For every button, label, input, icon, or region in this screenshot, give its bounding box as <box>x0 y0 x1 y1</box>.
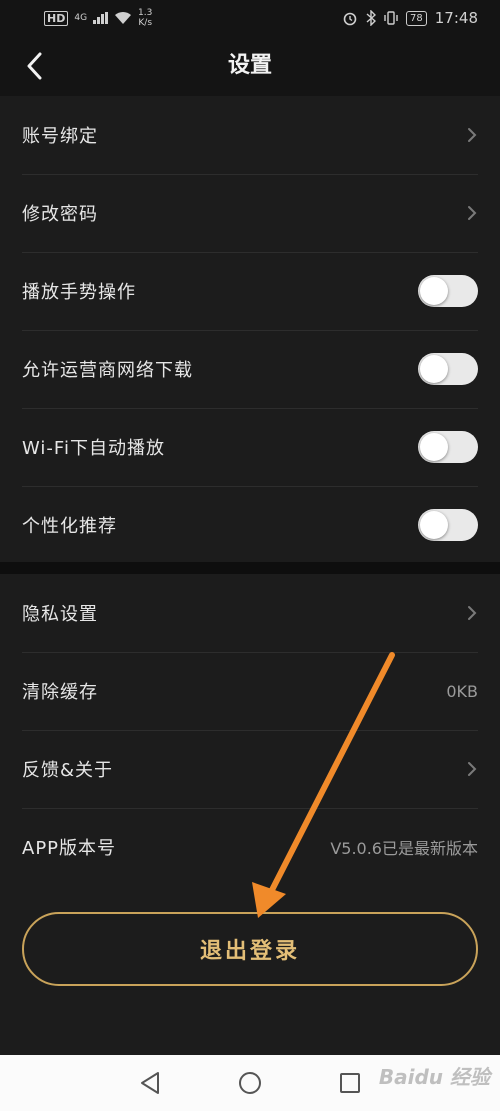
logout-button[interactable]: 退出登录 <box>22 912 478 986</box>
toggle-knob <box>420 355 448 383</box>
row-right <box>466 126 478 144</box>
chevron-right-icon <box>468 762 477 776</box>
row-right: V5.0.6已是最新版本 <box>330 835 478 859</box>
row-right: 0KB <box>446 682 478 701</box>
network-type: 4G <box>74 13 88 23</box>
chevron-right-icon <box>468 128 477 142</box>
settings-row[interactable]: 账号绑定 <box>0 96 500 174</box>
row-right <box>418 509 478 541</box>
row-label: 账号绑定 <box>22 126 98 147</box>
row-label: 修改密码 <box>22 204 98 225</box>
row-right <box>466 760 478 778</box>
clock: 17:48 <box>434 9 478 27</box>
toggle-row: 个性化推荐 <box>0 486 500 564</box>
settings-row[interactable]: 清除缓存 0KB <box>0 652 500 730</box>
nav-back-button[interactable] <box>135 1068 165 1098</box>
signal-icon <box>93 12 109 24</box>
chevron-right-icon <box>468 606 477 620</box>
settings-row[interactable]: 反馈&关于 <box>0 730 500 808</box>
wifi-icon <box>115 11 132 24</box>
watermark: Baidu 经验 <box>378 1065 490 1089</box>
back-button[interactable] <box>18 50 50 82</box>
chevron-left-icon <box>27 52 42 80</box>
speed-value: 1.3 <box>138 8 153 18</box>
toggle-row: 播放手势操作 <box>0 252 500 330</box>
row-label: Wi-Fi下自动播放 <box>22 438 165 459</box>
row-right <box>466 204 478 222</box>
toggle-knob <box>420 277 448 305</box>
header: 设置 <box>0 36 500 96</box>
toggle-switch[interactable] <box>418 509 478 541</box>
settings-row[interactable]: 隐私设置 <box>0 574 500 652</box>
nav-recents-button[interactable] <box>335 1068 365 1098</box>
status-bar: HD 4G 1.3 K/s 78 17:48 <box>0 0 500 36</box>
alarm-icon <box>343 12 357 26</box>
status-left: HD 4G 1.3 K/s <box>44 8 152 28</box>
row-value: V5.0.6已是最新版本 <box>330 839 478 858</box>
nav-home-button[interactable] <box>235 1068 265 1098</box>
row-label: APP版本号 <box>22 838 117 859</box>
circle-home-icon <box>239 1072 261 1094</box>
row-label: 反馈&关于 <box>22 760 114 781</box>
row-right <box>418 353 478 385</box>
settings-row[interactable]: APP版本号 V5.0.6已是最新版本 <box>0 808 500 886</box>
toggle-knob <box>420 511 448 539</box>
row-right <box>466 604 478 622</box>
row-label: 隐私设置 <box>22 604 98 625</box>
vibrate-icon <box>384 11 398 25</box>
settings-group-primary: 账号绑定修改密码播放手势操作允许运营商网络下载 Wi-Fi下自动播放 个性化推荐 <box>0 96 500 562</box>
triangle-back-icon <box>141 1072 159 1094</box>
toggle-switch[interactable] <box>418 275 478 307</box>
toggle-switch[interactable] <box>418 353 478 385</box>
page-title: 设置 <box>227 53 272 78</box>
network-speed: 1.3 K/s <box>138 8 152 28</box>
row-label: 清除缓存 <box>22 682 98 703</box>
row-right <box>418 431 478 463</box>
battery-icon: 78 <box>406 10 427 26</box>
hd-badge: HD <box>44 10 69 26</box>
speed-unit: K/s <box>138 18 153 28</box>
row-right <box>418 275 478 307</box>
row-label: 允许运营商网络下载 <box>22 360 193 381</box>
toggle-row: 允许运营商网络下载 <box>0 330 500 408</box>
status-right: 78 17:48 <box>342 9 478 27</box>
settings-row[interactable]: 修改密码 <box>0 174 500 252</box>
toggle-knob <box>420 433 448 461</box>
row-label: 播放手势操作 <box>22 282 136 303</box>
chevron-right-icon <box>468 206 477 220</box>
square-recents-icon <box>340 1073 360 1093</box>
bluetooth-icon <box>366 10 377 26</box>
settings-group-secondary: 隐私设置清除缓存 0KB 反馈&关于 APP版本号 V5.0.6已是最新版本 <box>0 574 500 884</box>
row-value: 0KB <box>446 681 478 701</box>
toggle-row: Wi-Fi下自动播放 <box>0 408 500 486</box>
toggle-switch[interactable] <box>418 431 478 463</box>
section-divider <box>0 562 500 574</box>
row-label: 个性化推荐 <box>22 516 117 537</box>
